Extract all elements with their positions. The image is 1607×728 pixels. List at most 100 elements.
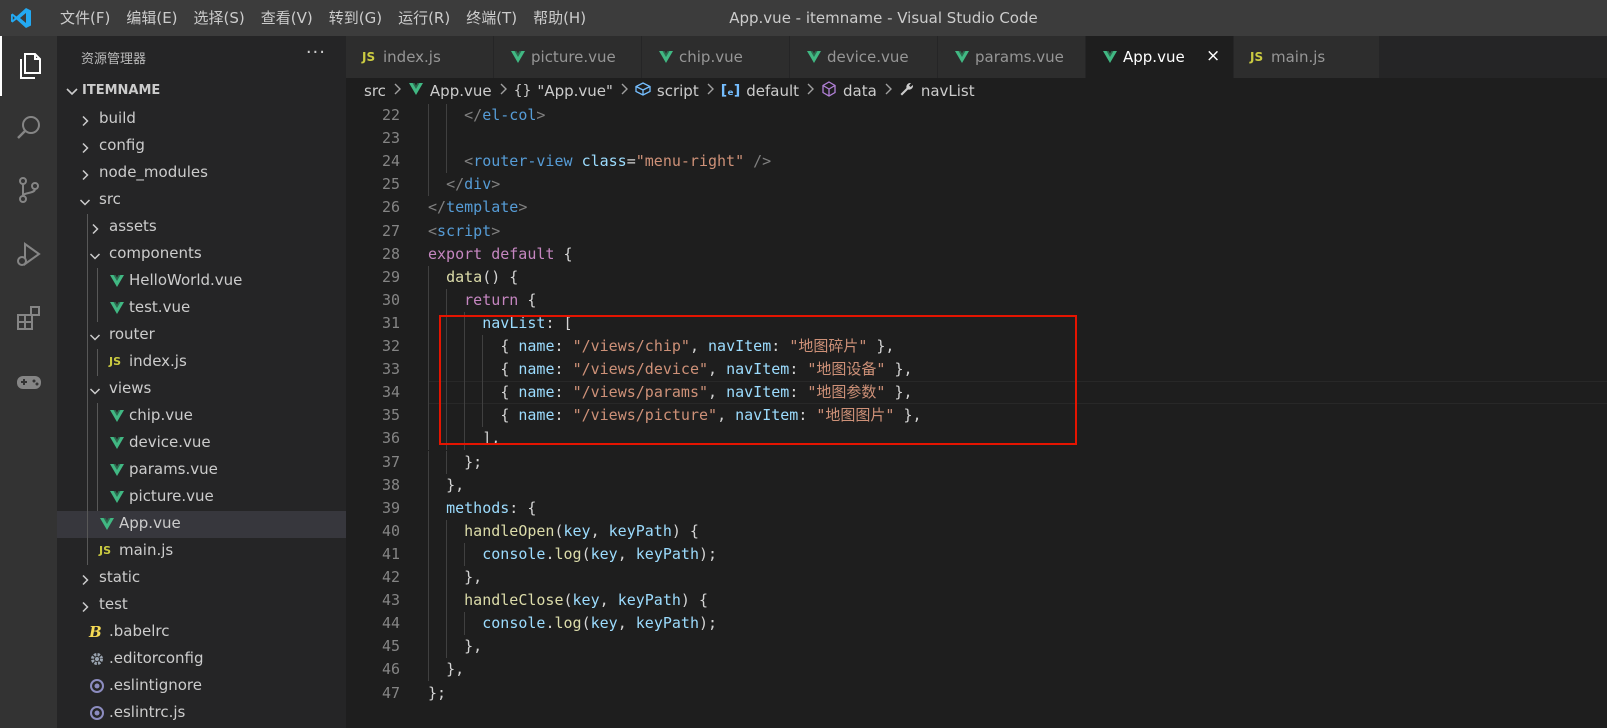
- file-item[interactable]: chip.vue: [57, 403, 346, 430]
- tab-device-vue[interactable]: device.vue: [790, 36, 938, 78]
- indent-guide: [482, 404, 484, 428]
- file-item[interactable]: .eslintrc.js: [57, 700, 346, 727]
- file-item[interactable]: picture.vue: [57, 484, 346, 511]
- indent-guide: [446, 335, 448, 359]
- folder-item[interactable]: config: [57, 133, 346, 160]
- breadcrumb-item[interactable]: src: [364, 82, 386, 100]
- code-line: handleClose(key, keyPath) {: [464, 589, 708, 612]
- indent-guide: [87, 349, 88, 376]
- folder-item[interactable]: node_modules: [57, 160, 346, 187]
- tree-item-label: device.vue: [129, 433, 211, 451]
- chevron-right-icon: [79, 599, 91, 613]
- vue-file-icon: [109, 300, 125, 316]
- indent-guide: [428, 335, 429, 359]
- code-token: :: [798, 406, 817, 425]
- tree-item-label: picture.vue: [129, 487, 214, 505]
- folder-item[interactable]: src: [57, 187, 346, 214]
- file-item[interactable]: JS index.js: [57, 349, 346, 376]
- code-line: export default {: [428, 243, 573, 266]
- breadcrumb-item[interactable]: default: [746, 82, 799, 100]
- remote-gamepad-icon[interactable]: [0, 352, 57, 412]
- folder-item[interactable]: test: [57, 592, 346, 619]
- file-item[interactable]: device.vue: [57, 430, 346, 457]
- menu-item-1[interactable]: 编辑(E): [118, 0, 185, 36]
- menu-item-5[interactable]: 运行(R): [390, 0, 458, 36]
- code-line: <router-view class="menu-right" />: [464, 150, 771, 173]
- code-line: { name: "/views/params", navItem: "地图参数"…: [500, 381, 912, 404]
- indent-guide: [464, 381, 466, 405]
- line-number: 24: [381, 152, 400, 171]
- indent-guide: [464, 542, 466, 566]
- file-item[interactable]: .eslintignore: [57, 673, 346, 700]
- code-token: navItem: [735, 406, 799, 425]
- breadcrumb-item[interactable]: "App.vue": [537, 82, 612, 100]
- code-token: :: [554, 383, 573, 402]
- code-editor[interactable]: 22 </el-col> 23 24 <router-view class="menu-…: [346, 104, 1607, 728]
- project-section-header[interactable]: ITEMNAME: [57, 80, 346, 104]
- menu-item-3[interactable]: 查看(V): [253, 0, 321, 36]
- tab-params-vue[interactable]: params.vue: [938, 36, 1086, 78]
- indent-guide: [87, 403, 88, 430]
- indent-guide: [446, 404, 448, 428]
- explorer-sidebar: 资源管理器 ··· ITEMNAME build config node_modul…: [57, 36, 346, 728]
- line-number: 46: [381, 660, 400, 679]
- tab-picture-vue[interactable]: picture.vue: [494, 36, 642, 78]
- breadcrumb-item[interactable]: data: [843, 82, 877, 100]
- folder-item[interactable]: assets: [57, 214, 346, 241]
- chevron-down-icon: [79, 194, 91, 207]
- code-token: "地图设备": [807, 360, 886, 379]
- close-icon[interactable]: ×: [1206, 46, 1220, 66]
- search-icon[interactable]: [0, 98, 57, 158]
- menu-item-2[interactable]: 选择(S): [186, 0, 253, 36]
- folder-item[interactable]: router: [57, 322, 346, 349]
- breadcrumb-item[interactable]: script: [657, 82, 699, 100]
- file-item[interactable]: JS main.js: [57, 538, 346, 565]
- source-control-icon[interactable]: [0, 160, 57, 220]
- file-item[interactable]: HelloWorld.vue: [57, 268, 346, 295]
- explorer-icon[interactable]: [0, 36, 57, 96]
- tab-index-js[interactable]: JS index.js: [346, 36, 494, 78]
- code-token: :: [554, 337, 573, 355]
- file-item[interactable]: params.vue: [57, 457, 346, 484]
- code-token: },: [464, 568, 483, 586]
- file-item[interactable]: .editorconfig: [57, 646, 346, 673]
- tree-item-label: assets: [109, 217, 157, 235]
- code-token: "/views/picture": [572, 406, 718, 425]
- tab-app-vue[interactable]: App.vue ×: [1086, 36, 1234, 78]
- file-item[interactable]: test.vue: [57, 295, 346, 322]
- line-number: 38: [381, 475, 400, 494]
- more-actions-icon[interactable]: ···: [306, 42, 326, 63]
- menu-item-4[interactable]: 转到(G): [321, 0, 390, 36]
- folder-item[interactable]: views: [57, 376, 346, 403]
- indent-guide: [446, 358, 448, 382]
- breadcrumb-chevron-icon: [499, 83, 508, 99]
- chevron-right-icon: [79, 140, 91, 154]
- file-item[interactable]: B .babelrc: [57, 619, 346, 646]
- code-token: "/views/params": [572, 383, 709, 402]
- tab-main-js[interactable]: JS main.js: [1234, 36, 1380, 78]
- menu-item-0[interactable]: 文件(F): [52, 0, 118, 36]
- line-number: 22: [381, 106, 400, 124]
- folder-item[interactable]: components: [57, 241, 346, 268]
- menu-item-6[interactable]: 终端(T): [458, 0, 525, 36]
- indent-guide: [464, 358, 466, 382]
- indent-guide: [428, 612, 429, 636]
- file-item[interactable]: App.vue: [57, 511, 346, 538]
- folder-item[interactable]: build: [57, 106, 346, 133]
- folder-item[interactable]: static: [57, 565, 346, 592]
- run-debug-icon[interactable]: [0, 224, 57, 284]
- breadcrumb-item[interactable]: navList: [921, 82, 975, 100]
- vue-file-icon: [109, 408, 125, 424]
- indent-guide: [446, 288, 448, 312]
- code-token: },: [885, 360, 913, 379]
- indent-guide: [446, 566, 448, 590]
- code-token: ) {: [680, 591, 708, 610]
- indent-guide: [428, 427, 429, 451]
- breadcrumb-item[interactable]: App.vue: [430, 82, 492, 100]
- tab-chip-vue[interactable]: chip.vue: [642, 36, 790, 78]
- indent-guide: [428, 658, 429, 682]
- code-token: navItem: [726, 360, 790, 379]
- extensions-icon[interactable]: [0, 288, 57, 348]
- vue-file-icon: [109, 489, 125, 505]
- menu-item-7[interactable]: 帮助(H): [525, 0, 594, 36]
